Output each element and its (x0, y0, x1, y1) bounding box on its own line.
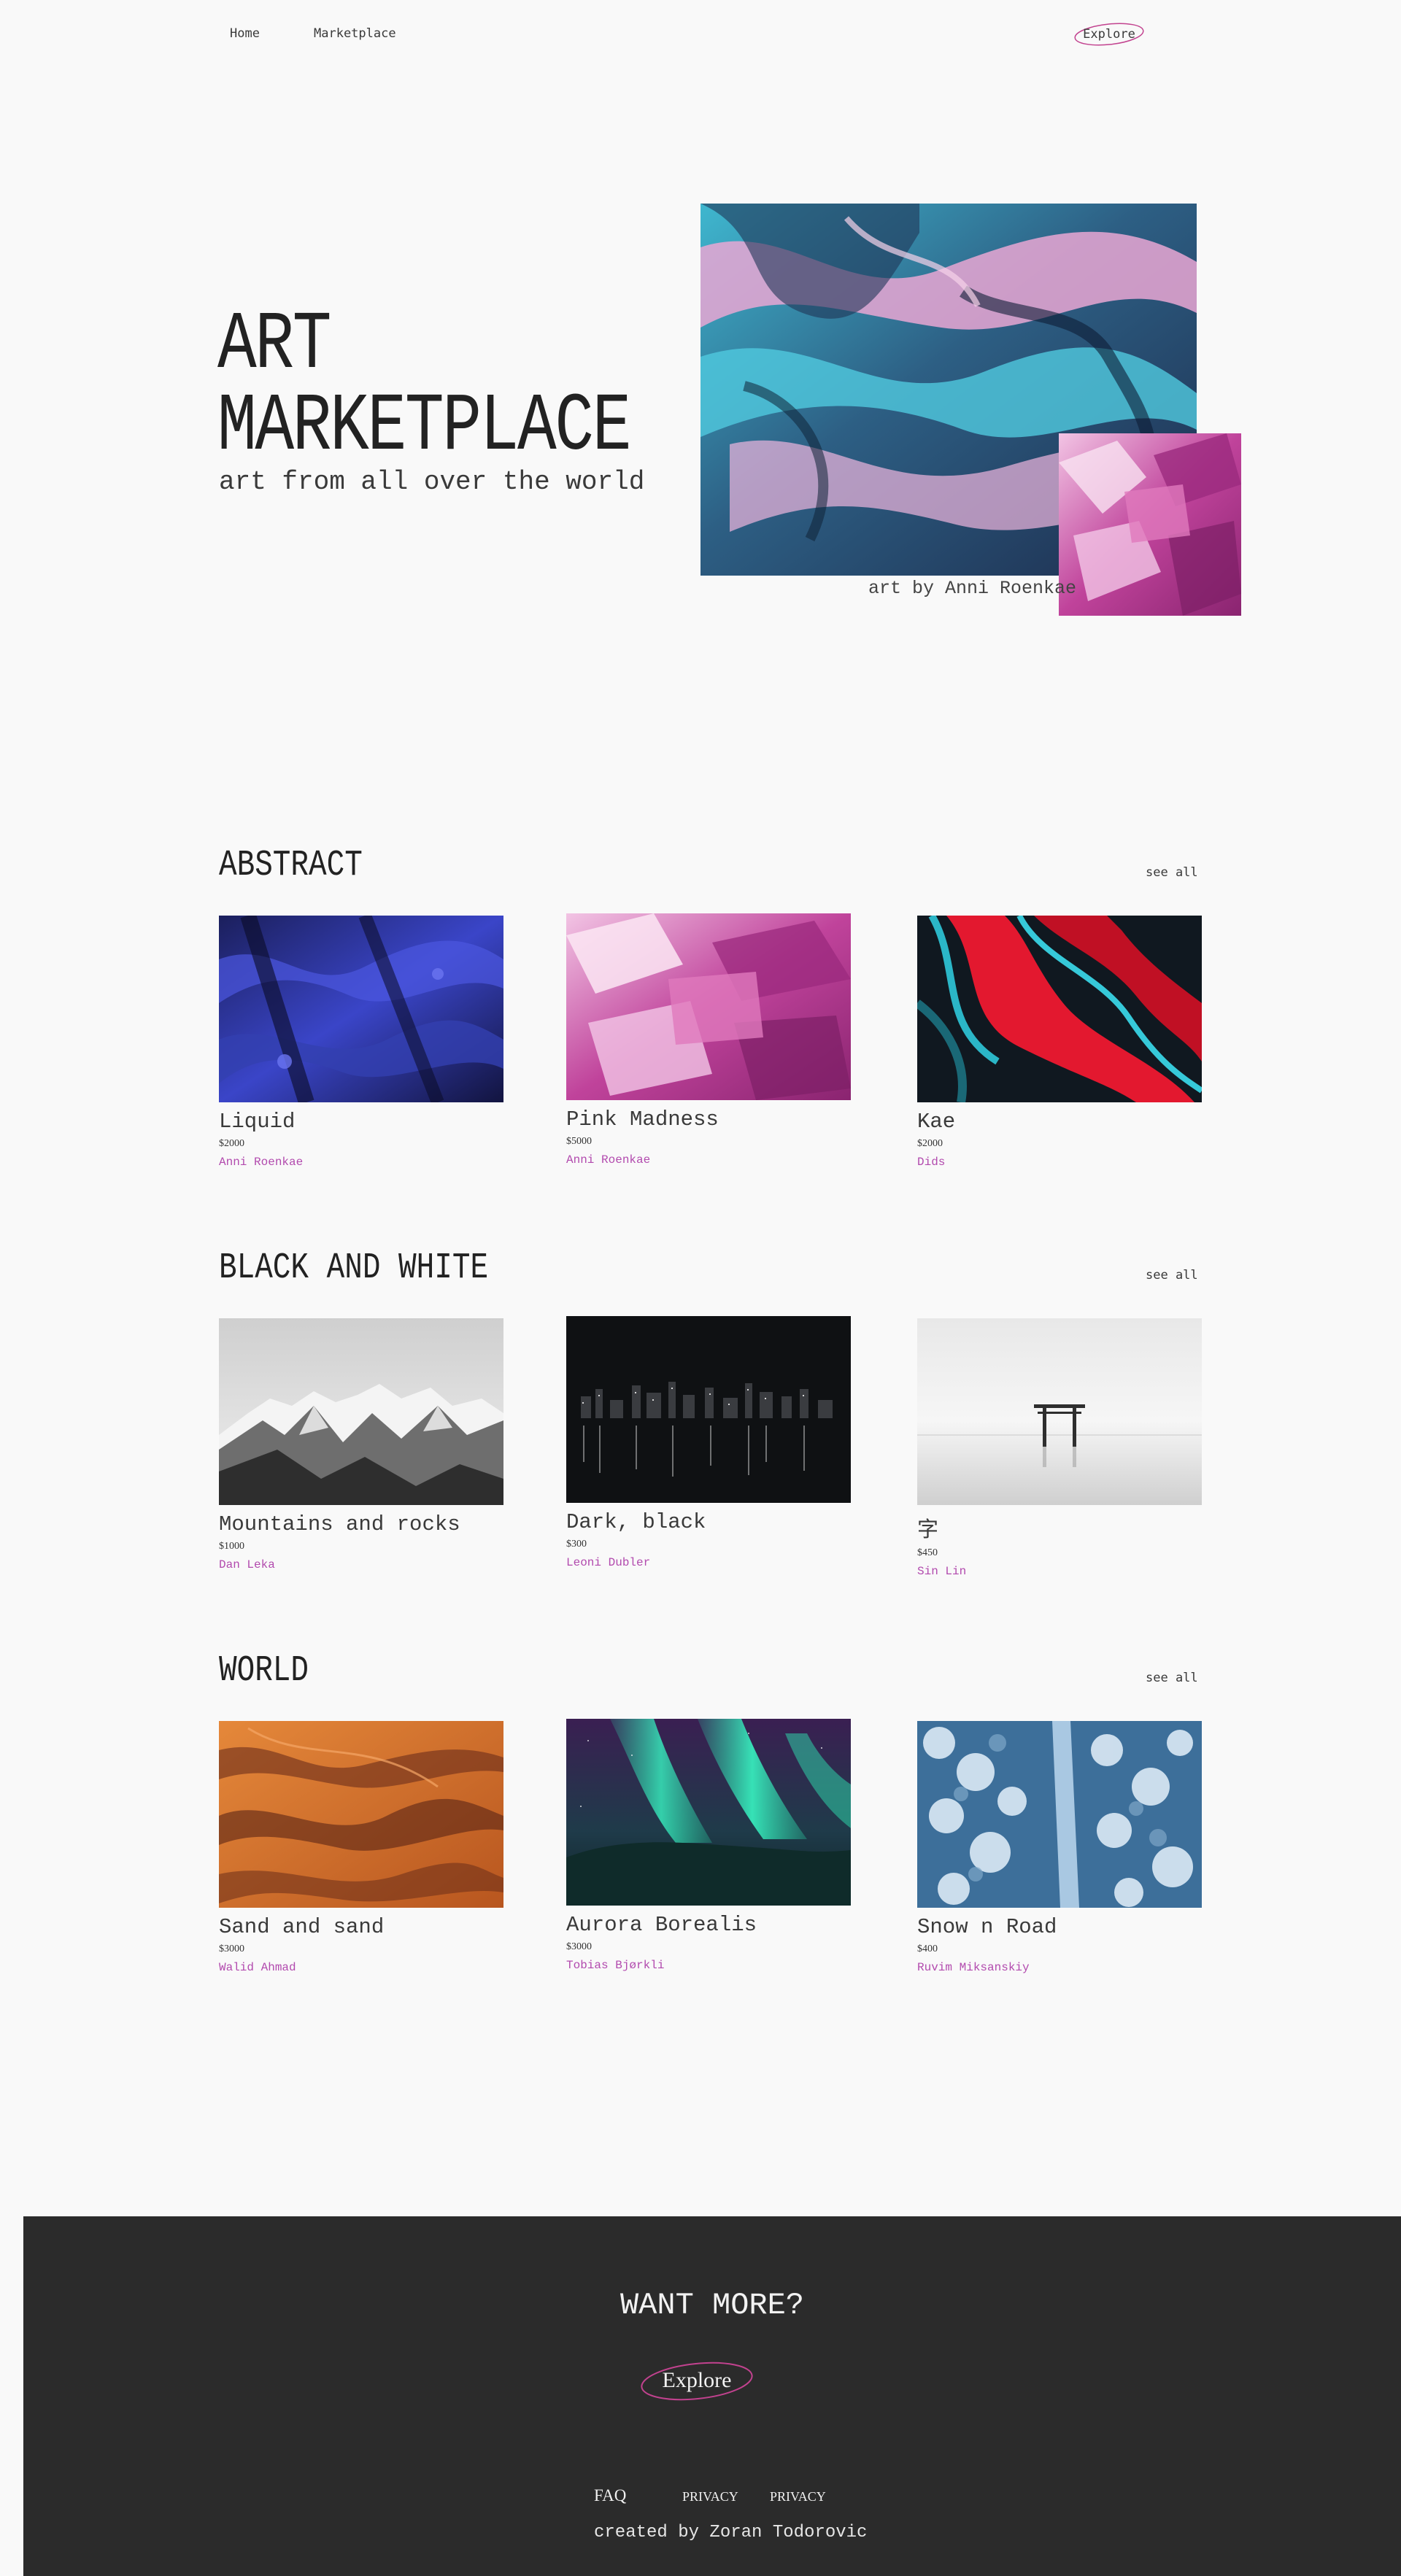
torii-gate-in-water-photo-image (917, 1318, 1202, 1505)
card-title: Pink Madness (566, 1107, 719, 1132)
hero-subtitle: art from all over the world (219, 467, 645, 497)
card-artist-link[interactable]: Leoni Dubler (566, 1556, 851, 1569)
footer-privacy-link[interactable]: PRIVACY (682, 2489, 738, 2505)
hero-title: ART MARKETPLACE (217, 299, 631, 473)
card-artist-link[interactable]: Anni Roenkae (566, 1153, 851, 1167)
desert-dunes-photo-image (219, 1721, 503, 1908)
card-price: $2000 (219, 1138, 244, 1149)
snowy-mountains-photo-image (219, 1318, 503, 1505)
footer-explore-button[interactable]: Explore (638, 2359, 755, 2404)
hero-credit: art by Anni Roenkae (868, 578, 1077, 599)
card-title: Liquid (219, 1110, 296, 1134)
card-price: $3000 (566, 1941, 592, 1952)
card-artist-link[interactable]: Ruvim Miksanskiy (917, 1961, 1202, 1974)
card-artist-link[interactable]: Walid Ahmad (219, 1961, 503, 1974)
card-price: $300 (566, 1539, 587, 1550)
card-price: $5000 (566, 1136, 592, 1147)
footer-explore-label: Explore (662, 2368, 732, 2392)
card-title: Dark, black (566, 1510, 706, 1534)
art-card[interactable]: Snow n Road $400 Ruvim Miksanskiy (917, 1721, 1202, 1974)
card-price: $1000 (219, 1541, 244, 1552)
card-title: Aurora Borealis (566, 1913, 757, 1937)
card-title: Sand and sand (219, 1915, 385, 1939)
footer-title: WANT MORE? (620, 2288, 805, 2323)
card-artist-link[interactable]: Dan Leka (219, 1558, 503, 1571)
nav-home-link[interactable]: Home (230, 26, 260, 41)
card-artist-link[interactable]: Anni Roenkae (219, 1156, 503, 1169)
northern-lights-photo-image (566, 1719, 851, 1906)
nav-explore-label: Explore (1083, 27, 1135, 42)
card-price: $3000 (219, 1943, 244, 1954)
footer-privacy-link[interactable]: PRIVACY (770, 2489, 826, 2505)
art-card[interactable]: Aurora Borealis $3000 Tobias Bjørkli (566, 1719, 851, 1972)
blue-abstract-art-image (219, 916, 503, 1102)
art-card[interactable]: Sand and sand $3000 Walid Ahmad (219, 1721, 503, 1974)
art-card[interactable]: Liquid $2000 Anni Roenkae (219, 916, 503, 1169)
card-artist-link[interactable]: Sin Lin (917, 1565, 1202, 1578)
art-card[interactable]: Mountains and rocks $1000 Dan Leka (219, 1318, 503, 1571)
art-card[interactable]: Pink Madness $5000 Anni Roenkae (566, 913, 851, 1167)
nav-explore-button[interactable]: Explore (1073, 20, 1146, 48)
footer-credit: created by Zoran Todorovic (594, 2523, 868, 2542)
footer-faq-link[interactable]: FAQ (594, 2486, 626, 2505)
see-all-world-link[interactable]: see all (1146, 1671, 1198, 1685)
hero-pink-art-image (1059, 433, 1241, 616)
see-all-black-and-white-link[interactable]: see all (1146, 1268, 1198, 1283)
card-artist-link[interactable]: Dids (917, 1156, 1202, 1169)
art-card[interactable]: Dark, black $300 Leoni Dubler (566, 1316, 851, 1569)
section-title-abstract: ABSTRACT (219, 845, 363, 886)
card-price: $450 (917, 1547, 938, 1558)
night-city-skyline-photo-image (566, 1316, 851, 1503)
snowy-forest-road-photo-image (917, 1721, 1202, 1908)
card-title: Mountains and rocks (219, 1512, 460, 1536)
nav-marketplace-link[interactable]: Marketplace (314, 26, 396, 41)
card-title: 字 (917, 1519, 939, 1543)
see-all-abstract-link[interactable]: see all (1146, 865, 1198, 880)
pink-abstract-art-image (566, 913, 851, 1100)
card-price: $400 (917, 1943, 938, 1954)
card-artist-link[interactable]: Tobias Bjørkli (566, 1959, 851, 1972)
card-price: $2000 (917, 1138, 943, 1149)
art-card[interactable]: Kae $2000 Dids (917, 916, 1202, 1169)
card-title: Kae (917, 1110, 956, 1134)
art-card[interactable]: 字 $450 Sin Lin (917, 1318, 1202, 1578)
footer: WANT MORE? Explore FAQ PRIVACY PRIVACY c… (23, 2216, 1401, 2576)
red-teal-fluid-art-image (917, 916, 1202, 1102)
card-title: Snow n Road (917, 1915, 1057, 1939)
section-title-black-and-white: BLACK AND WHITE (219, 1248, 489, 1289)
section-title-world: WORLD (219, 1650, 309, 1692)
